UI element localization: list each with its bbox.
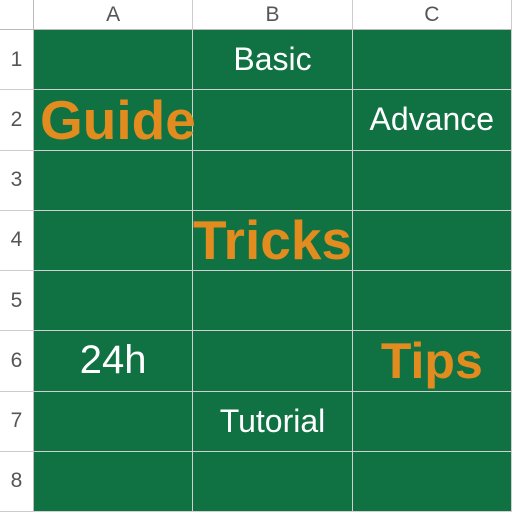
cell-A6-text: 24h [80, 338, 147, 383]
cell-C6-text: Tips [381, 332, 483, 390]
cell-A6[interactable]: 24h [34, 331, 193, 391]
cell-C7[interactable] [353, 392, 512, 452]
cell-B1-text: Basic [233, 41, 311, 78]
cell-B7-text: Tutorial [220, 403, 326, 440]
cell-C5[interactable] [353, 271, 512, 331]
col-header-A[interactable]: A [34, 0, 193, 30]
row-header-6[interactable]: 6 [0, 331, 34, 391]
col-header-C[interactable]: C [353, 0, 512, 30]
col-header-B[interactable]: B [193, 0, 352, 30]
cell-C2[interactable]: Advance [353, 90, 512, 150]
cell-C2-text: Advance [370, 101, 495, 138]
cell-B4-text: Tricks [193, 208, 352, 272]
cell-A5[interactable] [34, 271, 193, 331]
cell-C8[interactable] [353, 452, 512, 512]
row-header-3[interactable]: 3 [0, 151, 34, 211]
cell-B5[interactable] [193, 271, 352, 331]
spreadsheet-grid: A B C 1 Basic 2 Guide Advance 3 4 Tricks… [0, 0, 512, 512]
cell-A7[interactable] [34, 392, 193, 452]
row-header-8[interactable]: 8 [0, 452, 34, 512]
cell-C1[interactable] [353, 30, 512, 90]
cell-A1[interactable] [34, 30, 193, 90]
cell-A4[interactable] [34, 211, 193, 271]
cell-B2[interactable] [193, 90, 352, 150]
cell-C3[interactable] [353, 151, 512, 211]
cell-B1[interactable]: Basic [193, 30, 352, 90]
cell-A8[interactable] [34, 452, 193, 512]
cell-B3[interactable] [193, 151, 352, 211]
cell-C6[interactable]: Tips [353, 331, 512, 391]
row-header-7[interactable]: 7 [0, 392, 34, 452]
cell-B7[interactable]: Tutorial [193, 392, 352, 452]
row-header-4[interactable]: 4 [0, 211, 34, 271]
row-header-5[interactable]: 5 [0, 271, 34, 331]
cell-A2-text: Guide [40, 88, 196, 152]
cell-A2[interactable]: Guide [34, 90, 193, 150]
cell-B8[interactable] [193, 452, 352, 512]
cell-B4[interactable]: Tricks [193, 211, 352, 271]
cell-A3[interactable] [34, 151, 193, 211]
row-header-2[interactable]: 2 [0, 90, 34, 150]
cell-C4[interactable] [353, 211, 512, 271]
cell-B6[interactable] [193, 331, 352, 391]
corner-select-all[interactable] [0, 0, 34, 30]
row-header-1[interactable]: 1 [0, 30, 34, 90]
